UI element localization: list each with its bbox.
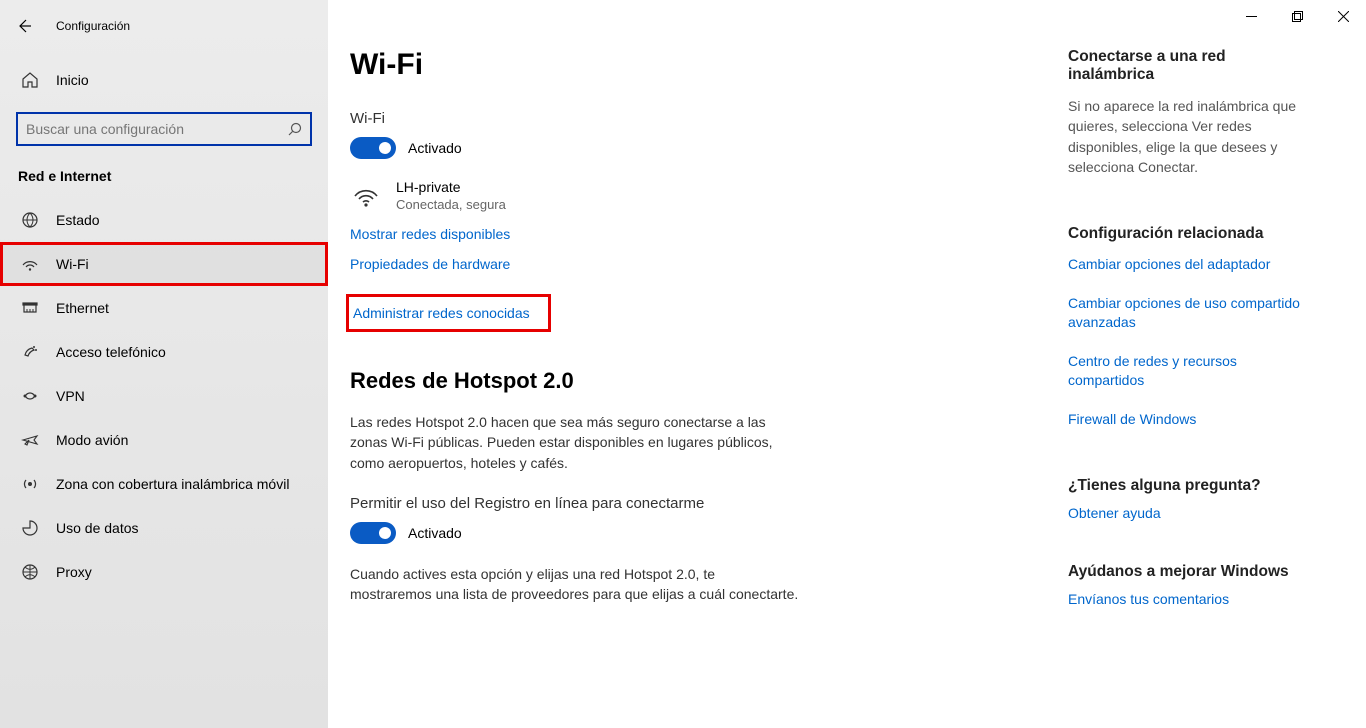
sidebar-item-label: Wi-Fi [56,256,89,272]
sidebar: Configuración Inicio Red e Internet Esta… [0,0,328,728]
datausage-icon [20,519,40,537]
app-title: Configuración [56,19,130,33]
hotspot-toggle[interactable] [350,522,396,544]
sidebar-item-label: Acceso telefónico [56,344,166,360]
page-title: Wi-Fi [350,48,1068,82]
help-block: ¿Tienes alguna pregunta? Obtener ayuda [1068,477,1313,521]
airplane-icon [20,431,40,449]
dialup-icon [20,343,40,361]
link-network-center[interactable]: Centro de redes y recursos compartidos [1068,352,1313,390]
link-windows-firewall[interactable]: Firewall de Windows [1068,410,1313,429]
link-adapter-options[interactable]: Cambiar opciones del adaptador [1068,255,1313,274]
sidebar-item-label: Ethernet [56,300,109,316]
sidebar-item-datausage[interactable]: Uso de datos [0,506,328,550]
link-show-networks[interactable]: Mostrar redes disponibles [350,226,510,242]
hotspot-toggle-row: Activado [350,522,1068,544]
current-network-row[interactable]: LH-private Conectada, segura [352,179,1068,212]
link-manage-known-networks[interactable]: Administrar redes conocidas [353,305,530,321]
sidebar-item-label: Uso de datos [56,520,139,536]
network-name: LH-private [396,179,506,195]
hotspot-toggle-label: Activado [408,525,462,541]
search-box[interactable] [16,112,312,146]
category-label: Red e Internet [18,168,328,184]
minimize-button[interactable] [1228,0,1274,32]
sidebar-item-wifi[interactable]: Wi-Fi [0,242,328,286]
wifi-toggle-row: Activado [350,137,1068,159]
connect-text: Si no aparece la red inalámbrica que qui… [1068,96,1313,177]
right-column: Conectarse a una red inalámbrica Si no a… [1068,0,1333,728]
sidebar-item-label: Inicio [56,72,89,88]
hotspot-description-2: Cuando actives esta opción y elijas una … [350,564,800,605]
sidebar-item-airplane[interactable]: Modo avión [0,418,328,462]
proxy-icon [20,563,40,581]
wifi-icon [20,255,40,273]
back-icon[interactable] [16,18,32,34]
related-links: Cambiar opciones del adaptador Cambiar o… [1068,255,1313,428]
sidebar-item-dialup[interactable]: Acceso telefónico [0,330,328,374]
sidebar-item-label: Proxy [56,564,92,580]
hotspot-icon [20,475,40,493]
hotspot-permit-label: Permitir el uso del Registro en línea pa… [350,495,1068,512]
sidebar-item-status[interactable]: Estado [0,198,328,242]
sidebar-item-label: VPN [56,388,85,404]
feedback-title: Ayúdanos a mejorar Windows [1068,563,1313,581]
sidebar-item-label: Estado [56,212,100,228]
connect-title: Conectarse a una red inalámbrica [1068,48,1313,84]
network-status: Conectada, segura [396,197,506,212]
titlebar-left: Configuración [0,10,328,42]
search-container [16,112,312,146]
main: Wi-Fi Wi-Fi Activado LH-private Conectad… [328,0,1366,728]
content: Wi-Fi Wi-Fi Activado LH-private Conectad… [328,0,1068,728]
link-get-help[interactable]: Obtener ayuda [1068,505,1161,521]
wifi-toggle-label: Activado [408,140,462,156]
ethernet-icon [20,299,40,317]
home-icon [20,71,40,89]
sidebar-item-label: Modo avión [56,432,128,448]
wifi-connected-icon [352,182,378,210]
close-button[interactable] [1320,0,1366,32]
wifi-section-label: Wi-Fi [350,110,1068,127]
hotspot-description: Las redes Hotspot 2.0 hacen que sea más … [350,412,800,473]
vpn-icon [20,387,40,405]
sidebar-item-home[interactable]: Inicio [0,60,328,100]
link-send-feedback[interactable]: Envíanos tus comentarios [1068,591,1229,607]
help-title: ¿Tienes alguna pregunta? [1068,477,1313,495]
sidebar-item-ethernet[interactable]: Ethernet [0,286,328,330]
sidebar-item-label: Zona con cobertura inalámbrica móvil [56,476,289,492]
sidebar-item-vpn[interactable]: VPN [0,374,328,418]
sidebar-item-hotspot[interactable]: Zona con cobertura inalámbrica móvil [0,462,328,506]
link-sharing-options[interactable]: Cambiar opciones de uso compartido avanz… [1068,294,1313,332]
window-controls [1228,0,1366,32]
link-hardware-properties[interactable]: Propiedades de hardware [350,256,510,272]
sidebar-item-proxy[interactable]: Proxy [0,550,328,594]
hotspot-title: Redes de Hotspot 2.0 [350,368,1068,394]
search-icon [288,122,302,136]
highlighted-link-box: Administrar redes conocidas [346,294,551,332]
status-icon [20,211,40,229]
wifi-toggle[interactable] [350,137,396,159]
related-title: Configuración relacionada [1068,225,1313,243]
feedback-block: Ayúdanos a mejorar Windows Envíanos tus … [1068,563,1313,607]
nav-list: Estado Wi-Fi Ethernet Acceso telefónico … [0,198,328,594]
search-input[interactable] [26,121,288,137]
maximize-button[interactable] [1274,0,1320,32]
